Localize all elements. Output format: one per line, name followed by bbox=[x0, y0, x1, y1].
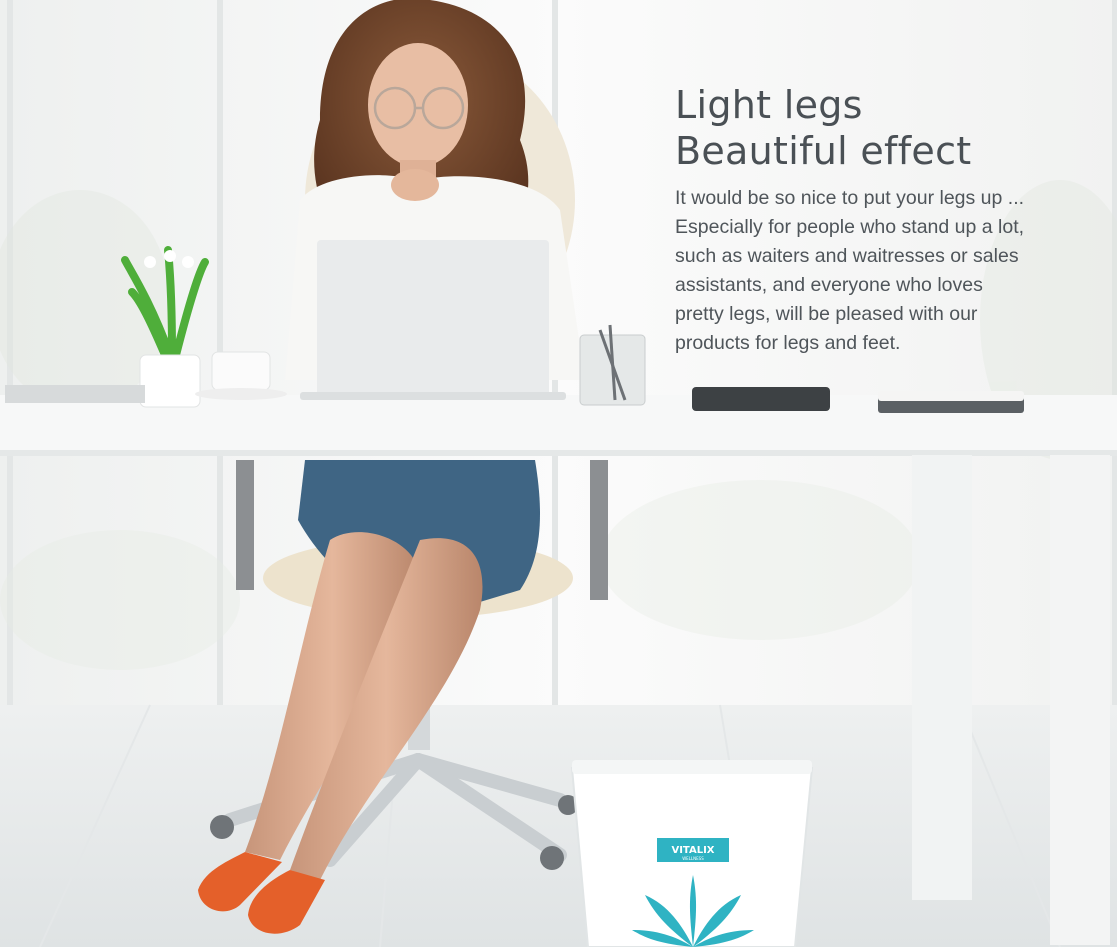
desk-leg bbox=[912, 455, 972, 900]
face bbox=[368, 43, 468, 167]
promo-text-block: Light legs Beautiful effect It would be … bbox=[675, 82, 1095, 358]
body-copy: It would be so nice to put your legs up … bbox=[675, 187, 1025, 354]
laptop bbox=[317, 240, 549, 398]
headline: Light legs Beautiful effect bbox=[675, 82, 1095, 174]
vitalix-subbrand: WELLNESS bbox=[682, 856, 704, 861]
vitalix-brand: VITALIX bbox=[671, 845, 714, 856]
cup bbox=[211, 351, 271, 391]
headline-line-1: Light legs bbox=[675, 83, 863, 127]
calculator bbox=[692, 387, 830, 411]
headline-line-2: Beautiful effect bbox=[675, 129, 972, 173]
